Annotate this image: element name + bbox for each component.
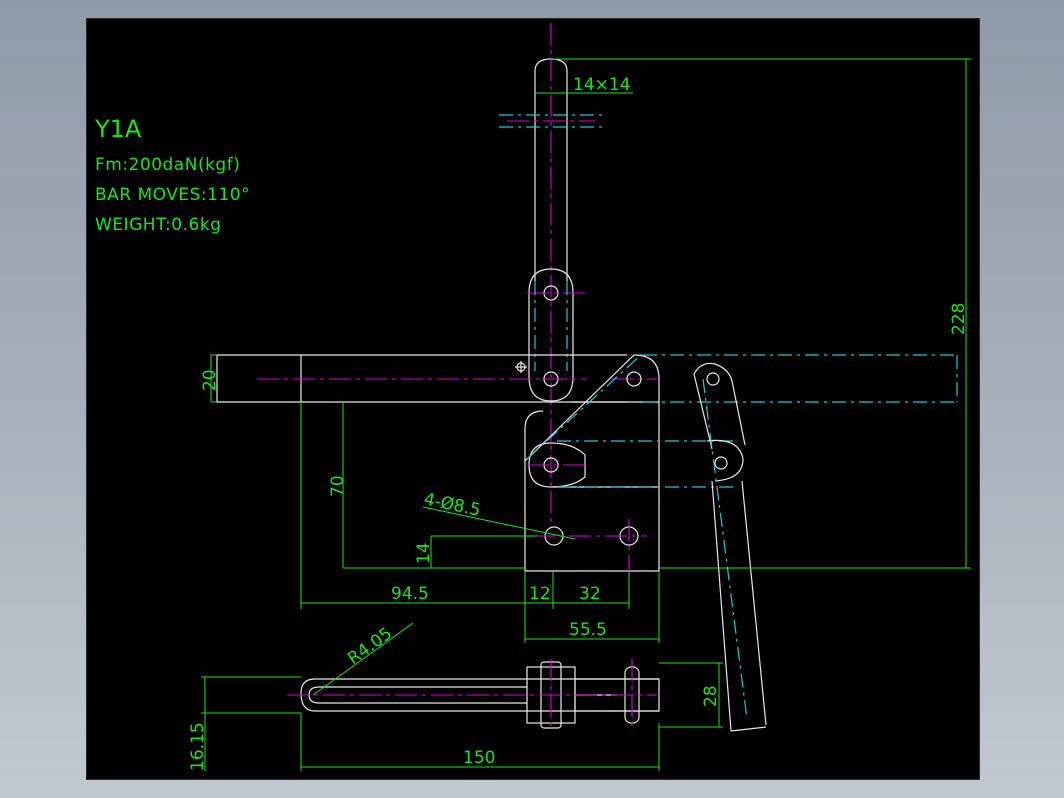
dim-len-150-label: 150 [463,748,495,768]
dim-overall-height-label: 228 [949,303,969,335]
dim-len-150: 150 [300,713,660,771]
dim-len-32-label: 32 [579,584,601,604]
dim-offset-14: 14 [414,535,537,568]
dim-hole-spec: 4-Ø8.5 [422,489,576,540]
dim-radius: R4.05 [312,622,414,696]
grease-mark-icon [515,361,527,373]
dim-len-12-label: 12 [529,584,551,604]
dim-bar-section: 14×14 [535,75,633,95]
dim-len-55-5: 55.5 [524,571,660,643]
dim-radius-label: R4.05 [344,624,396,669]
dim-height-16-15: 16.15 [188,676,301,771]
clamp-drawing: 14×14 228 20 70 14 4-Ø8.5 94.5 12 32 55.… [188,23,971,771]
dim-overall-height: 228 [553,58,971,569]
dim-width-28-label: 28 [701,685,721,707]
dim-len-55-5-label: 55.5 [569,620,607,640]
swung-handle-hidden [702,378,748,720]
dim-width-28: 28 [659,662,723,728]
dim-hole-spec-label: 4-Ø8.5 [422,489,482,520]
dim-bar-section-label: 14×14 [573,75,631,95]
cad-viewport[interactable]: Y1A Fm:200daN(kgf) BAR MOVES:110° WEIGHT… [86,18,980,780]
dim-arm-width-label: 20 [200,369,220,391]
swung-handle [693,362,767,732]
dim-len-94-5-label: 94.5 [391,584,429,604]
dim-offset-14-label: 14 [414,542,434,564]
dim-height-16-15-label: 16.15 [188,722,208,771]
dim-height-70-label: 70 [328,475,348,497]
